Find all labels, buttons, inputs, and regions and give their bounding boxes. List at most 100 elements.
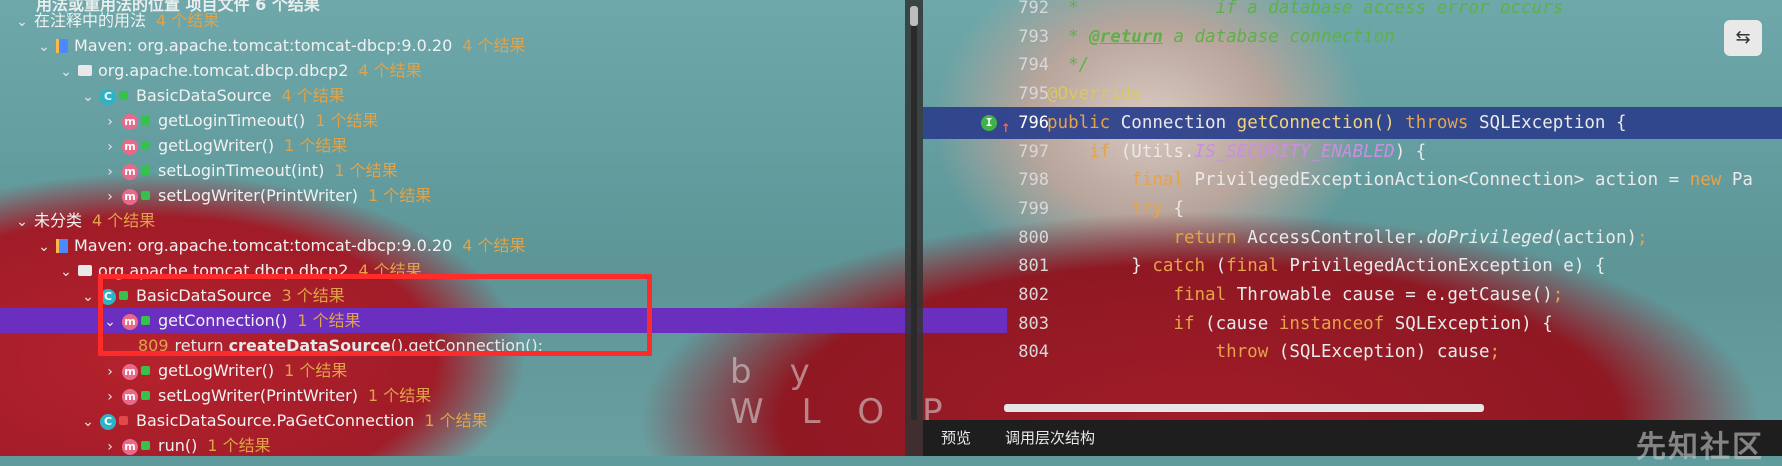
chevron-right-icon[interactable]: › [102,360,118,385]
tree-row[interactable]: ⌄ org.apache.tomcat.dbcp.dbcp2 4 个结果 [58,58,422,83]
tree-row[interactable]: › m getLoginTimeout() 1 个结果 [102,108,379,135]
method-icon: m [122,138,138,155]
chevron-down-icon[interactable]: ⌄ [14,210,30,235]
result-count: 1 个结果 [315,111,379,130]
method-icon: m [122,363,138,380]
chevron-right-icon[interactable]: › [102,135,118,160]
line-number: 795 [1018,84,1049,105]
tree-row[interactable]: › m setLoginTimeout(int) 1 个结果 [102,158,398,185]
editor-line[interactable]: 798 final PrivilegedExceptionAction<Conn… [923,164,1782,196]
chevron-down-icon[interactable]: ⌄ [58,60,74,85]
public-access-icon [141,166,150,175]
tree-row[interactable]: ⌄ Maven: org.apache.tomcat:tomcat-dbcp:9.… [36,233,526,260]
class-icon: C [100,413,116,430]
tab-preview[interactable]: 预览 [941,420,971,456]
tree-row[interactable]: › m getLogWriter() 1 个结果 [102,358,347,383]
result-count: 1 个结果 [334,161,398,180]
tree-row[interactable]: › m getLogWriter() 1 个结果 [102,133,347,158]
result-count: 4 个结果 [281,86,345,105]
code-text: final PrivilegedExceptionAction<Connecti… [1131,170,1753,191]
tree-row[interactable]: › m run() 1 个结果 [102,433,271,460]
public-access-icon [141,141,150,150]
line-number: 799 [1018,198,1049,219]
line-number: 802 [1018,285,1049,305]
result-count: 1 个结果 [207,436,271,455]
result-count: 1 个结果 [284,136,348,155]
editor-line[interactable]: 801 } catch (final PrivilegedActionExcep… [923,250,1782,282]
editor-line[interactable]: 804 throw (SQLException) cause; [923,336,1782,368]
tree-row-label: Maven: org.apache.tomcat:tomcat-dbcp:9.0… [74,236,453,255]
chevron-down-icon[interactable]: ⌄ [80,285,96,310]
editor-line[interactable]: 803 if (cause instanceof SQLException) { [923,308,1782,340]
result-count: 1 个结果 [367,186,432,205]
tab-call-hierarchy[interactable]: 调用层次结构 [1005,420,1095,456]
chevron-right-icon[interactable]: › [102,185,118,210]
tree-row[interactable]: › m setLogWriter(PrintWriter) 1 个结果 [102,383,431,408]
tree-row[interactable]: ⌄ 在注释中的用法 4 个结果 [14,8,219,33]
editor-line[interactable]: 794 */ [923,49,1782,81]
tree-row[interactable]: › m setLogWriter(PrintWriter) 1 个结果 [102,183,431,208]
tree-scrollbar[interactable] [905,0,923,456]
chevron-down-icon[interactable]: ⌄ [80,410,96,435]
line-number: 793 [1018,26,1049,47]
find-usages-tree[interactable]: 用法或重用法的位置 项目文件 6 个结果 ⌄ 在注释中的用法 4 个结果 ⌄ Maven… [0,0,1007,460]
tree-row-label: Maven: org.apache.tomcat:tomcat-dbcp:9.0… [74,36,453,55]
editor-line[interactable]: 800 return AccessController.doPrivileged… [923,222,1782,254]
chevron-right-icon[interactable]: › [102,385,118,410]
tree-row-label: BasicDataSource [136,86,272,105]
code-text: public Connection getConnection() throws… [1047,112,1627,133]
chevron-down-icon[interactable]: ⌄ [14,10,30,35]
editor-line[interactable]: 795 @Override [923,78,1782,110]
line-number: 803 [1018,313,1049,334]
code-text: throw (SQLException) cause; [1215,342,1501,363]
package-folder-icon [78,265,92,276]
editor-current-line[interactable]: 796 I ↑ public Connection getConnection() t… [923,106,1782,139]
result-count: 4 个结果 [462,36,526,55]
tree-row[interactable]: ⌄ 未分类 4 个结果 [14,208,155,233]
tree-row-label: 在注释中的用法 [34,11,147,30]
code-editor[interactable]: 792 * if a database access error occurs 7… [923,0,1782,420]
tree-row-label: setLogWriter(PrintWriter) [158,386,358,405]
public-access-icon [141,441,150,450]
chevron-right-icon[interactable]: › [102,160,118,185]
chevron-down-icon[interactable]: ⌄ [58,260,74,285]
tree-row-label: setLoginTimeout(int) [158,161,325,180]
chevron-down-icon[interactable]: ⌄ [80,85,96,110]
reader-mode-icon[interactable]: ⇆ [1724,20,1762,56]
tree-row[interactable]: ⌄ C BasicDataSource 4 个结果 [80,83,345,108]
code-text: @Override [1047,84,1142,105]
editor-line[interactable]: 793 * @return a database connection [923,21,1782,53]
line-number: 794 [1018,55,1049,76]
tree-row[interactable]: ⌄ C BasicDataSource.PaGetConnection 1 个结果 [80,408,488,433]
tree-row-label: org.apache.tomcat.dbcp.dbcp2 [98,61,349,80]
chevron-right-icon[interactable]: › [102,110,118,135]
chevron-down-icon[interactable]: ⌄ [36,35,52,60]
annotation-highlight-box [98,274,652,356]
public-access-icon [119,91,128,100]
private-lock-icon [119,416,128,425]
scrollbar-thumb[interactable] [910,6,918,26]
public-access-icon [141,116,150,125]
implementation-gutter-icon[interactable]: I [981,114,997,131]
code-text: if (Utils.IS_SECURITY_ENABLED) { [1089,141,1427,162]
site-watermark: 先知社区 [1636,430,1764,465]
result-count: 1 个结果 [367,386,432,405]
tree-row-label: getLogWriter() [158,361,275,380]
method-icon: m [122,113,138,130]
line-number: 797 [1018,141,1049,162]
editor-line[interactable]: 802 final Throwable cause = e.getCause()… [923,279,1782,311]
chevron-right-icon[interactable]: › [102,435,118,460]
editor-line[interactable]: 799 try { [923,193,1782,225]
result-count: 4 个结果 [358,61,422,80]
tree-row-label: getLogWriter() [158,136,275,155]
editor-horizontal-scrollbar[interactable] [1004,404,1484,412]
tree-row[interactable]: ⌄ Maven: org.apache.tomcat:tomcat-dbcp:9.… [36,33,526,60]
class-icon: C [100,88,116,105]
chevron-down-icon[interactable]: ⌄ [36,235,52,260]
bottom-tab-bar: 预览 调用层次结构 先知社区 [923,420,1782,465]
result-count: 4 个结果 [462,236,526,255]
code-text: } catch (final PrivilegedActionException… [1047,256,1606,277]
editor-line[interactable]: 797 if (Utils.IS_SECURITY_ENABLED) { [923,136,1782,168]
method-icon: m [122,188,138,205]
public-access-icon [141,391,150,400]
